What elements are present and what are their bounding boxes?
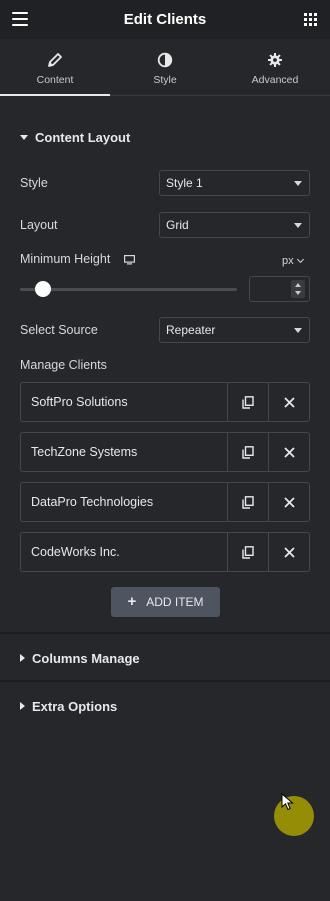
section-divider xyxy=(0,632,330,634)
section-title: Content Layout xyxy=(35,129,131,145)
repeater-item[interactable]: CodeWorks Inc. xyxy=(20,532,310,572)
layout-label: Layout xyxy=(20,218,58,232)
remove-button[interactable] xyxy=(268,483,309,521)
section-extra-options[interactable]: Extra Options xyxy=(0,698,330,714)
tab-style[interactable]: Style xyxy=(110,39,220,95)
tab-content[interactable]: Content xyxy=(0,39,110,96)
repeater-item[interactable]: DataPro Technologies xyxy=(20,482,310,522)
panel-title: Edit Clients xyxy=(123,11,207,28)
duplicate-button[interactable] xyxy=(227,483,268,521)
hamburger-icon[interactable] xyxy=(12,12,28,26)
gear-icon xyxy=(268,53,282,67)
style-select[interactable]: Style 1 xyxy=(159,170,310,196)
copy-icon xyxy=(242,395,254,409)
style-label: Style xyxy=(20,176,48,190)
select-value: Grid xyxy=(166,218,189,232)
select-source-select[interactable]: Repeater xyxy=(159,317,310,343)
close-icon xyxy=(283,396,295,408)
remove-button[interactable] xyxy=(268,383,309,421)
close-icon xyxy=(283,546,295,558)
min-height-slider-handle[interactable] xyxy=(35,281,51,297)
section-columns-manage[interactable]: Columns Manage xyxy=(0,650,330,666)
caret-right-icon xyxy=(20,702,25,710)
tab-label: Content xyxy=(36,74,74,86)
pencil-icon xyxy=(48,53,62,67)
unit-selector[interactable]: px xyxy=(282,255,304,267)
remove-button[interactable] xyxy=(268,433,309,471)
copy-icon xyxy=(242,545,254,559)
duplicate-button[interactable] xyxy=(227,383,268,421)
layout-select[interactable]: Grid xyxy=(159,212,310,238)
min-height-slider-track[interactable] xyxy=(20,288,237,291)
number-stepper[interactable] xyxy=(291,280,305,298)
select-value: Repeater xyxy=(166,323,216,337)
caret-right-icon xyxy=(20,654,25,662)
chevron-down-icon xyxy=(294,328,302,333)
add-item-button[interactable]: + ADD ITEM xyxy=(111,587,220,617)
chevron-down-icon xyxy=(296,255,304,264)
close-icon xyxy=(283,496,295,508)
manage-clients-label: Manage Clients xyxy=(20,358,107,372)
min-height-input[interactable] xyxy=(249,276,310,302)
add-item-label: ADD ITEM xyxy=(146,595,204,609)
plus-icon: + xyxy=(127,592,137,610)
duplicate-button[interactable] xyxy=(227,533,268,571)
chevron-down-icon xyxy=(294,181,302,186)
mouse-cursor-icon xyxy=(281,793,294,811)
contrast-icon xyxy=(157,52,173,68)
chevron-down-icon xyxy=(294,223,302,228)
close-icon xyxy=(283,446,295,458)
duplicate-button[interactable] xyxy=(227,433,268,471)
copy-icon xyxy=(242,445,254,459)
tab-advanced[interactable]: Advanced xyxy=(220,39,330,95)
copy-icon xyxy=(242,495,254,509)
section-content-layout[interactable]: Content Layout xyxy=(0,129,330,145)
section-divider xyxy=(0,680,330,682)
repeater-item[interactable]: TechZone Systems xyxy=(20,432,310,472)
tab-label: Advanced xyxy=(251,74,299,86)
section-title: Extra Options xyxy=(32,698,118,714)
top-bar: Edit Clients xyxy=(0,0,330,39)
repeater-item-title[interactable]: DataPro Technologies xyxy=(21,483,227,521)
tab-label: Style xyxy=(153,74,177,86)
caret-down-icon xyxy=(20,134,28,140)
section-title: Columns Manage xyxy=(32,650,140,666)
repeater-item[interactable]: SoftPro Solutions xyxy=(20,382,310,422)
select-value: Style 1 xyxy=(166,176,203,190)
monitor-icon[interactable] xyxy=(124,255,135,265)
min-height-label: Minimum Height xyxy=(20,252,111,266)
grid-icon[interactable] xyxy=(304,13,317,26)
repeater-item-title[interactable]: CodeWorks Inc. xyxy=(21,533,227,571)
repeater-item-title[interactable]: SoftPro Solutions xyxy=(21,383,227,421)
remove-button[interactable] xyxy=(268,533,309,571)
unit-value: px xyxy=(282,255,294,267)
repeater-item-title[interactable]: TechZone Systems xyxy=(21,433,227,471)
tab-bar: Content Style Advanced xyxy=(0,39,330,96)
select-source-label: Select Source xyxy=(20,323,98,337)
